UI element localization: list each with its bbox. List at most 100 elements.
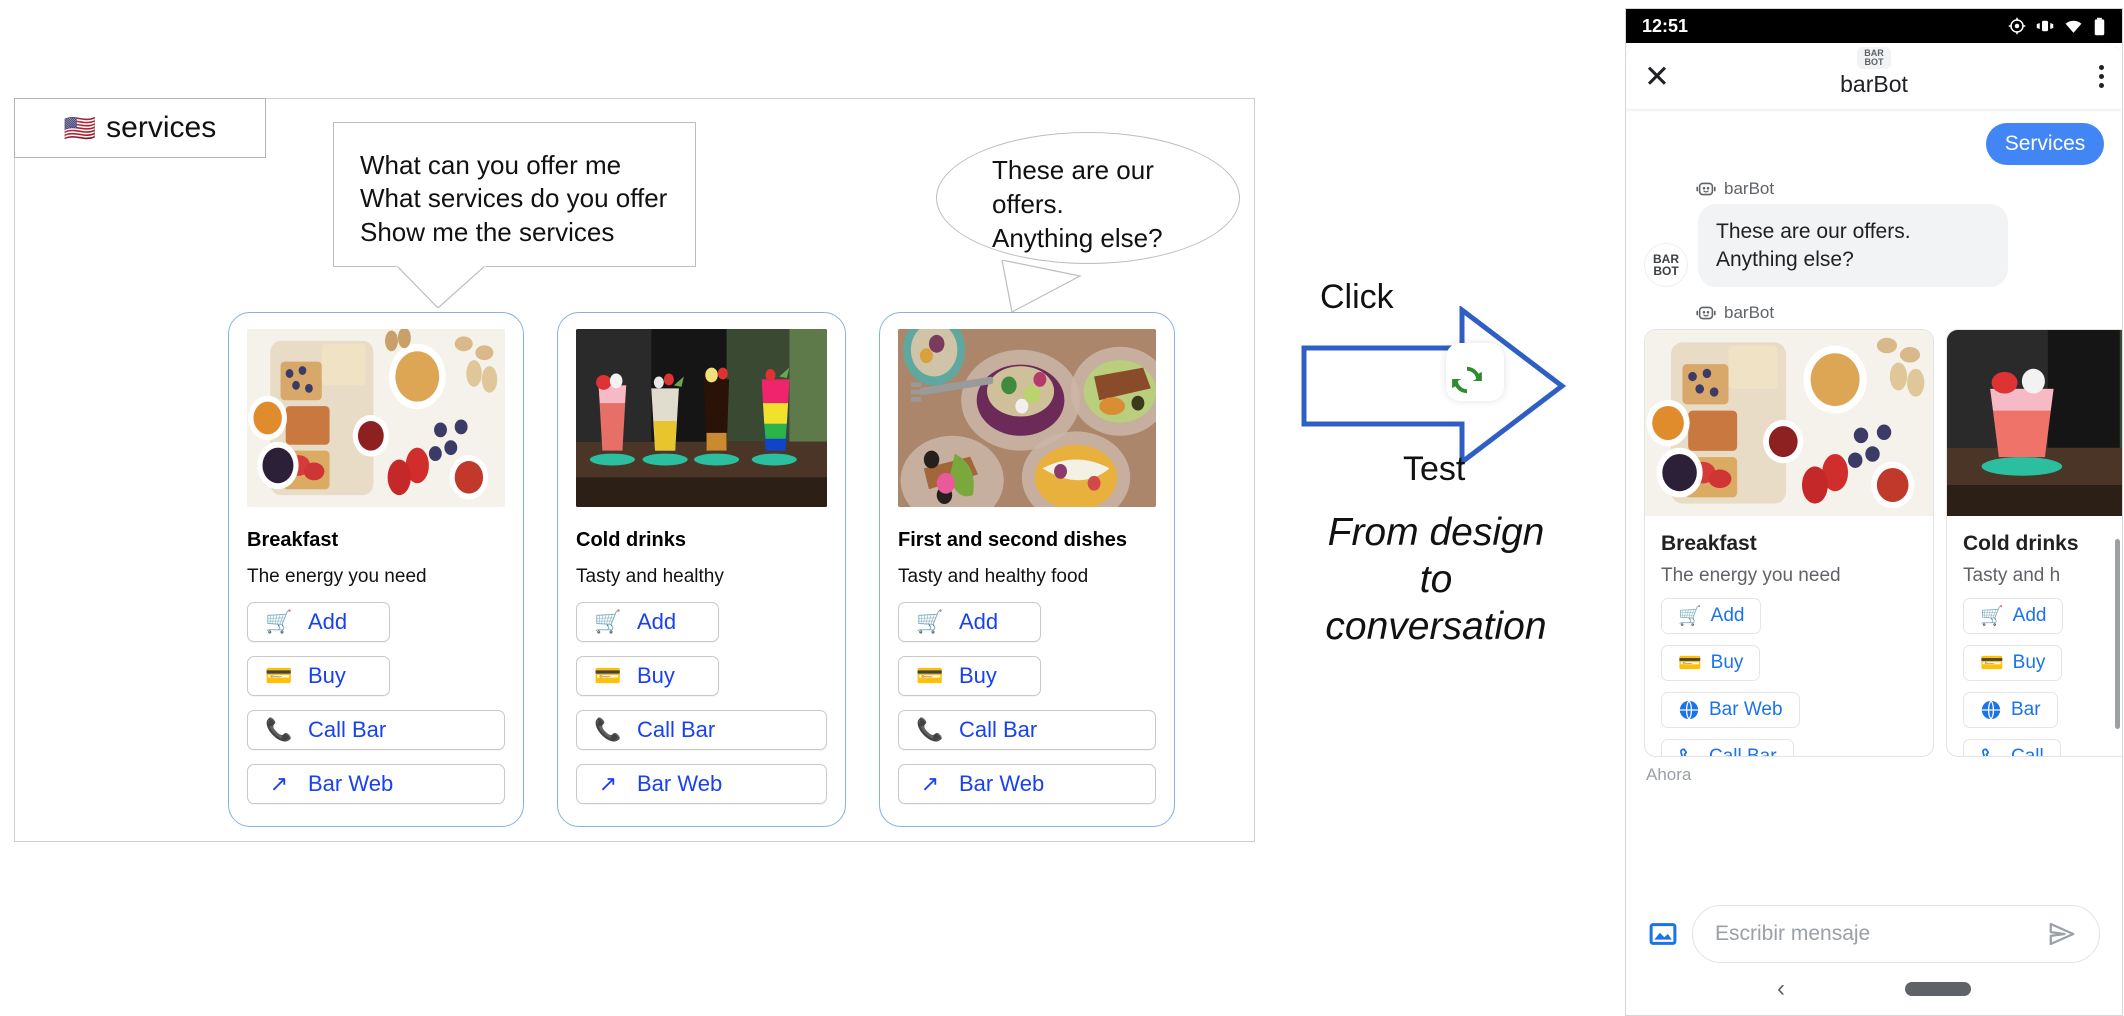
message-input[interactable]: Escribir mensaje	[1692, 905, 2100, 963]
credit-card-icon: 💳	[1678, 653, 1702, 675]
card-button-call-bar[interactable]: 📞 Call Bar	[898, 710, 1156, 750]
credit-card-icon: 💳	[916, 663, 944, 688]
bubble-tail	[396, 265, 486, 308]
card-button-label: Bar Web	[637, 771, 723, 796]
carousel-button-label: Add	[1710, 605, 1745, 627]
card-button-label: Buy	[308, 663, 346, 688]
globe-icon	[1981, 700, 2001, 721]
android-status-bar: 12:51	[1626, 9, 2122, 43]
carousel-sender-row: barBot	[1696, 303, 2104, 323]
carousel-button-buy[interactable]: 💳 Buy	[1963, 645, 2063, 682]
carousel-card-cold-drinks[interactable]: Cold drinks Tasty and h 🛒 Add 💳 Buy Bar	[1946, 329, 2122, 758]
card-subtitle: The energy you need	[247, 566, 427, 587]
card-button-bar-web[interactable]: ↗ Bar Web	[898, 764, 1156, 804]
card-button-label: Add	[959, 609, 999, 634]
location-icon	[2008, 17, 2026, 35]
carousel-button-buy[interactable]: 💳 Buy	[1661, 645, 1761, 682]
carousel-card-title: Breakfast	[1661, 532, 1757, 556]
card-button-label: Bar Web	[959, 771, 1045, 796]
card-button-buy[interactable]: 💳 Buy	[247, 656, 390, 696]
phone-icon	[1680, 748, 1688, 757]
app-bar-title: barBot	[1840, 71, 1908, 97]
carousel-card-breakfast[interactable]: Breakfast The energy you need 🛒 Add 💳 Bu…	[1644, 329, 1934, 758]
tagline-line-3: conversation	[1325, 604, 1547, 648]
chat-thread: Services barBot BAR BOT These are our of…	[1626, 109, 2122, 323]
close-icon[interactable]: ✕	[1644, 61, 1670, 92]
carousel-card-body: Breakfast The energy you need 🛒 Add 💳 Bu…	[1645, 516, 1933, 757]
carousel-card-body: Cold drinks Tasty and h 🛒 Add 💳 Buy Bar	[1947, 516, 2122, 757]
shopping-cart-icon: 🛒	[265, 609, 293, 634]
phone-mockup: 12:51 BAR BOT Welcome to Ruda. Health	[1625, 8, 2123, 1016]
bubble-tail	[1001, 260, 1082, 312]
bot-reply-text: These are our offers. Anything else?	[992, 154, 1163, 255]
card-subtitle: Tasty and healthy	[576, 566, 724, 587]
shopping-cart-icon: 🛒	[916, 609, 944, 634]
card-image-dishes	[898, 329, 1156, 507]
credit-card-icon: 💳	[265, 663, 293, 688]
card-button-label: Buy	[637, 663, 675, 688]
card-button-add[interactable]: 🛒 Add	[898, 602, 1041, 642]
locale-chip-label: services	[106, 111, 217, 144]
card-button-call-bar[interactable]: 📞 Call Bar	[247, 710, 505, 750]
carousel-button-bar-web[interactable]: Bar Web	[1661, 692, 1800, 729]
design-card-dishes[interactable]: First and second dishes Tasty and health…	[879, 312, 1175, 827]
carousel-card-subtitle: The energy you need	[1661, 565, 1841, 587]
card-title: Cold drinks	[576, 529, 687, 551]
rich-card-carousel[interactable]: Breakfast The energy you need 🛒 Add 💳 Bu…	[1644, 329, 2122, 758]
carousel-button-call-bar[interactable]: Call	[1963, 739, 2061, 757]
card-button-add[interactable]: 🛒 Add	[247, 602, 390, 642]
carousel-button-label: Call	[2011, 746, 2044, 758]
back-chevron-icon[interactable]: ‹	[1777, 975, 1785, 1003]
carousel-button-label: Buy	[1710, 652, 1744, 674]
user-intent-line-2: What services do you offer	[360, 183, 668, 214]
design-cards-row: Breakfast The energy you need 🛒 Add 💳 Bu…	[228, 312, 1175, 827]
home-pill[interactable]	[1905, 982, 1971, 996]
carousel-sender-name: barBot	[1724, 303, 1775, 323]
carousel-button-label: Call Bar	[1709, 746, 1777, 758]
design-card-breakfast[interactable]: Breakfast The energy you need 🛒 Add 💳 Bu…	[228, 312, 524, 827]
vibrate-icon	[2036, 20, 2054, 32]
carousel-button-add[interactable]: 🛒 Add	[1963, 598, 2064, 635]
carousel-button-label: Bar	[2011, 699, 2041, 721]
card-button-add[interactable]: 🛒 Add	[576, 602, 719, 642]
us-flag-icon: 🇺🇸	[63, 113, 97, 143]
bot-message-bubble: These are our offers. Anything else?	[1698, 204, 2008, 288]
card-button-buy[interactable]: 💳 Buy	[898, 656, 1041, 696]
send-icon[interactable]	[2047, 919, 2077, 949]
bot-avatar: BAR BOT	[1644, 243, 1688, 288]
carousel-card-title: Cold drinks	[1963, 532, 2079, 556]
card-button-bar-web[interactable]: ↗ Bar Web	[576, 764, 827, 804]
card-button-label: Call Bar	[637, 717, 716, 742]
message-timestamp: Ahora	[1646, 765, 1692, 785]
arrow-up-right-icon: ↗	[598, 771, 618, 796]
design-card-cold-drinks[interactable]: Cold drinks Tasty and healthy 🛒 Add 💳 Bu…	[557, 312, 846, 827]
image-attach-icon[interactable]	[1648, 919, 1678, 949]
bot-reply-line-1: These are our	[992, 155, 1154, 185]
locale-chip[interactable]: 🇺🇸 services	[14, 98, 266, 158]
credit-card-icon: 💳	[594, 663, 622, 688]
carousel-button-bar-web[interactable]: Bar	[1963, 692, 2058, 729]
user-chip-services[interactable]: Services	[1986, 123, 2104, 165]
card-button-label: Call Bar	[959, 717, 1038, 742]
carousel-scrollbar[interactable]	[2115, 539, 2120, 730]
card-title: First and second dishes	[898, 529, 1127, 551]
carousel-button-call-bar[interactable]: Call Bar	[1661, 739, 1794, 757]
tagline-line-2: to	[1419, 557, 1453, 601]
tagline: From design to conversation	[1296, 510, 1576, 650]
shopping-cart-icon: 🛒	[594, 609, 622, 634]
shopping-cart-icon: 🛒	[1980, 606, 2004, 628]
click-test-arrow: Click Test	[1300, 278, 1570, 488]
telephone-icon: 📞	[916, 717, 944, 742]
app-bar-title-wrap: BAR BOT barBot	[1626, 47, 2122, 98]
bot-avatar-line-2: BOT	[1653, 264, 1679, 279]
bot-reply-line-3: Anything else?	[992, 222, 1163, 253]
overflow-menu-icon[interactable]	[2099, 64, 2104, 88]
carousel-button-add[interactable]: 🛒 Add	[1661, 598, 1762, 635]
bot-sender-name: barBot	[1724, 179, 1775, 198]
status-bar-clock: 12:51	[1642, 15, 1689, 36]
card-button-bar-web[interactable]: ↗ Bar Web	[247, 764, 505, 804]
user-message-row: Services	[1644, 123, 2104, 165]
user-intent-line-3: Show me the services	[360, 216, 615, 247]
card-button-call-bar[interactable]: 📞 Call Bar	[576, 710, 827, 750]
card-button-buy[interactable]: 💳 Buy	[576, 656, 719, 696]
